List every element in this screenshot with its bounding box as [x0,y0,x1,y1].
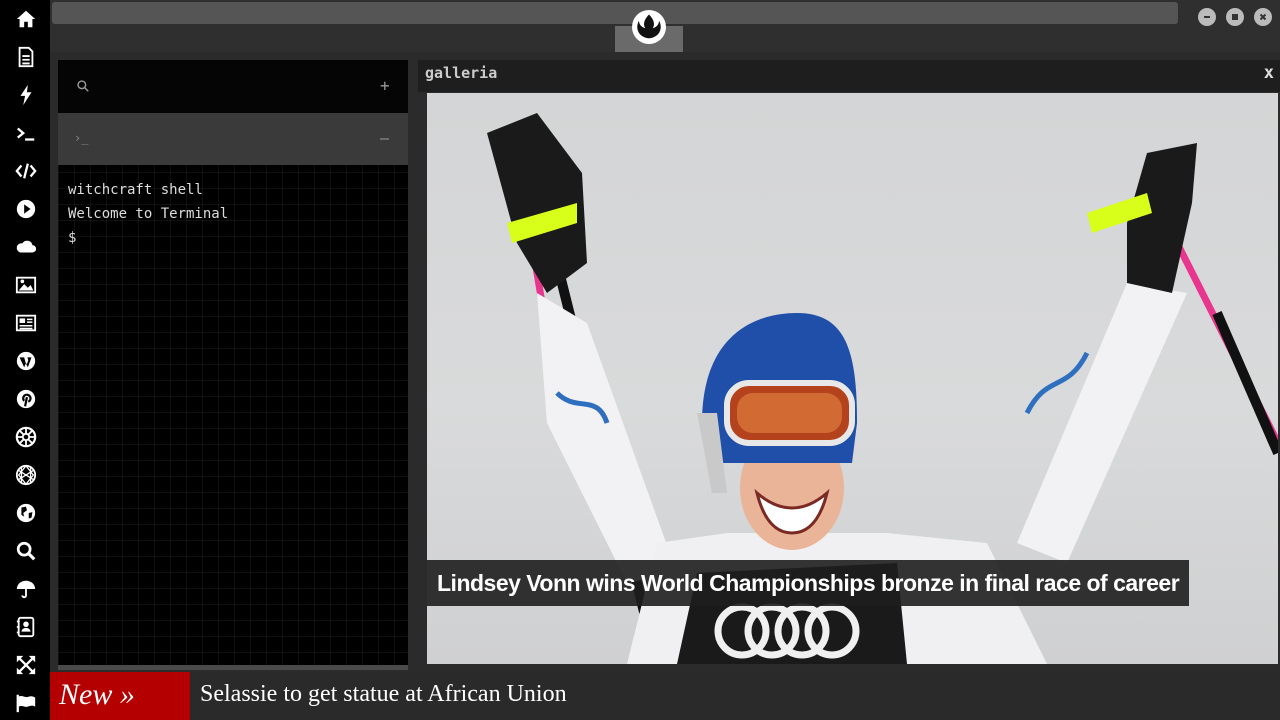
flag-icon[interactable] [13,690,39,716]
umbrella-icon[interactable] [13,576,39,602]
terminal-prompt-icon: ›_ [74,131,89,145]
wordpress-icon[interactable] [13,348,39,374]
maximize-button[interactable] [1226,8,1244,26]
expand-icon[interactable] [13,652,39,678]
sidebar [0,0,50,720]
search-icon[interactable] [13,538,39,564]
home-icon[interactable] [13,6,39,32]
address-bar[interactable] [52,2,1178,24]
terminal-icon[interactable] [13,121,39,147]
image-icon[interactable] [13,272,39,298]
globe-mesh-icon[interactable] [13,462,39,488]
ticker-label: New » [50,672,190,720]
terminal-search-row: + [58,60,408,113]
terminal-line: $ [68,230,77,246]
globe-icon[interactable] [13,500,39,526]
close-icon [1259,13,1267,21]
terminal-resize-handle[interactable] [58,665,408,670]
add-terminal-button[interactable]: + [380,76,390,95]
cloud-icon[interactable] [13,234,39,260]
newspaper-icon[interactable] [13,310,39,336]
terminal-output[interactable]: witchcraft shell Welcome to Terminal $ [68,178,398,250]
ticker-headline[interactable]: Selassie to get statue at African Union [200,672,567,716]
galleria-close-button[interactable]: x [1264,63,1274,83]
empire-icon[interactable] [13,424,39,450]
maximize-icon [1232,14,1238,20]
lightning-icon[interactable] [13,82,39,108]
minimize-icon [1204,16,1210,18]
news-ticker: New » Selassie to get statue at African … [50,672,1280,720]
terminal-tab[interactable]: ›_ – [58,113,408,165]
minimize-button[interactable] [1198,8,1216,26]
search-icon[interactable] [76,79,90,98]
pinterest-icon[interactable] [13,386,39,412]
code-icon[interactable] [13,158,39,184]
close-button[interactable] [1254,8,1272,26]
play-icon[interactable] [13,196,39,222]
galleria-title: galleria [425,64,498,82]
terminal-panel[interactable]: + ›_ – witchcraft shell Welcome to Termi… [58,60,408,665]
galleria-caption: Lindsey Vonn wins World Championships br… [427,560,1190,606]
galleria-header: galleria x [418,60,1280,92]
terminal-line: witchcraft shell [68,182,203,198]
top-bar [50,0,1280,52]
terminal-line: Welcome to Terminal [68,206,229,222]
document-icon[interactable] [13,44,39,70]
rebel-alliance-icon[interactable] [632,10,666,44]
contacts-icon[interactable] [13,614,39,640]
collapse-button[interactable]: – [380,129,389,147]
